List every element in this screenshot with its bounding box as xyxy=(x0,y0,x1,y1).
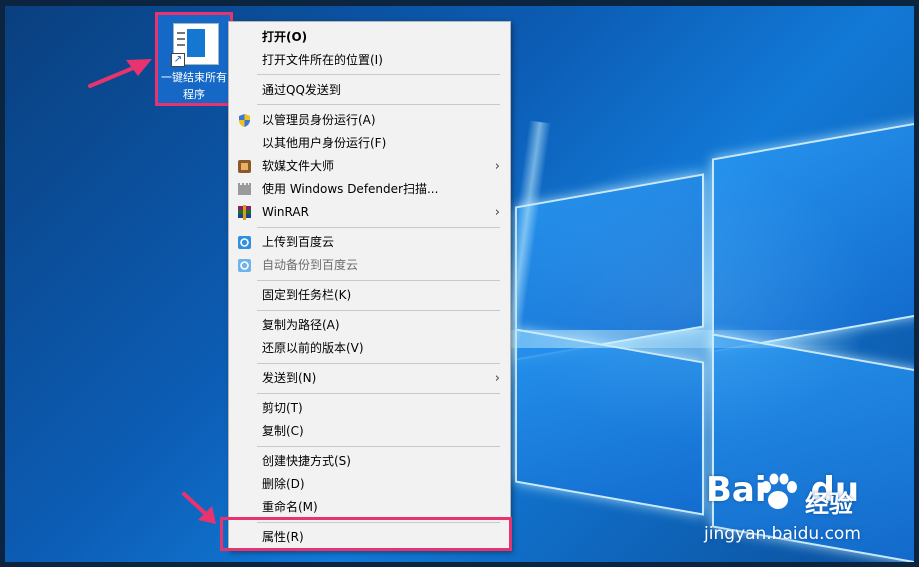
menu-item-open-location[interactable]: 打开文件所在的位置(I) xyxy=(229,49,510,72)
menu-item-copy[interactable]: 复制(C) xyxy=(229,420,510,443)
menu-item-label: 使用 Windows Defender扫描... xyxy=(262,182,439,196)
menu-item-label: 剪切(T) xyxy=(262,401,303,415)
baidu-cloud-icon xyxy=(237,235,252,250)
menu-item-restore-versions[interactable]: 还原以前的版本(V) xyxy=(229,337,510,360)
menu-item-send-qq[interactable]: 通过QQ发送到 xyxy=(229,79,510,102)
menu-item-label: 创建快捷方式(S) xyxy=(262,454,351,468)
menu-item-auto-backup-baidu: 自动备份到百度云 xyxy=(229,254,510,277)
menu-separator xyxy=(257,310,500,311)
menu-item-label: 打开文件所在的位置(I) xyxy=(262,53,383,67)
menu-item-send-to[interactable]: 发送到(N) › xyxy=(229,367,510,390)
menu-item-label: 重命名(M) xyxy=(262,500,318,514)
menu-item-label: 发送到(N) xyxy=(262,371,317,385)
menu-separator xyxy=(257,227,500,228)
shortcut-arrow-icon: ↗ xyxy=(171,53,185,67)
menu-item-open[interactable]: 打开(O) xyxy=(229,26,510,49)
menu-separator xyxy=(257,363,500,364)
menu-item-run-as-other[interactable]: 以其他用户身份运行(F) xyxy=(229,132,510,155)
menu-item-label: WinRAR xyxy=(262,205,309,219)
menu-separator xyxy=(257,280,500,281)
baidu-cloud-icon xyxy=(237,258,252,273)
menu-item-upload-baidu[interactable]: 上传到百度云 xyxy=(229,231,510,254)
shortcut-label: 一键结束所有程序 xyxy=(161,71,227,101)
menu-item-label: 属性(R) xyxy=(262,530,304,544)
menu-item-label: 删除(D) xyxy=(262,477,305,491)
menu-item-file-master[interactable]: 软媒文件大师 › xyxy=(229,155,510,178)
baidu-url-text: jingyan.baidu.com xyxy=(704,524,861,544)
menu-separator xyxy=(257,104,500,105)
menu-item-label: 还原以前的版本(V) xyxy=(262,341,364,355)
baidu-paw-icon xyxy=(761,473,797,509)
shield-icon xyxy=(237,113,252,128)
file-master-icon xyxy=(237,159,252,174)
menu-item-label: 打开(O) xyxy=(262,30,308,44)
submenu-chevron-icon: › xyxy=(494,159,500,174)
menu-item-cut[interactable]: 剪切(T) xyxy=(229,397,510,420)
menu-item-label: 复制(C) xyxy=(262,424,304,438)
menu-item-run-as-admin[interactable]: 以管理员身份运行(A) xyxy=(229,109,510,132)
menu-item-label: 以其他用户身份运行(F) xyxy=(262,136,387,150)
menu-item-properties[interactable]: 属性(R) xyxy=(229,526,510,549)
menu-item-delete[interactable]: 删除(D) xyxy=(229,473,510,496)
desktop-shortcut[interactable]: ↗ 一键结束所有程序 xyxy=(155,12,233,106)
submenu-chevron-icon: › xyxy=(494,371,500,386)
menu-item-label: 固定到任务栏(K) xyxy=(262,288,352,302)
menu-separator xyxy=(257,522,500,523)
menu-item-defender-scan[interactable]: 使用 Windows Defender扫描... xyxy=(229,178,510,201)
context-menu: 打开(O) 打开文件所在的位置(I) 通过QQ发送到 以管理员身份运行(A) 以… xyxy=(228,21,511,551)
menu-separator xyxy=(257,446,500,447)
submenu-chevron-icon: › xyxy=(494,205,500,220)
defender-icon xyxy=(237,182,252,197)
winrar-icon xyxy=(237,205,252,220)
menu-item-rename[interactable]: 重命名(M) xyxy=(229,496,510,519)
menu-item-label: 通过QQ发送到 xyxy=(262,83,341,97)
menu-separator xyxy=(257,393,500,394)
menu-item-label: 复制为路径(A) xyxy=(262,318,340,332)
menu-separator xyxy=(257,74,500,75)
menu-item-label: 自动备份到百度云 xyxy=(262,258,359,272)
annotation-arrow-icon xyxy=(88,59,152,88)
windows-logo-pane xyxy=(515,328,704,516)
baidu-jingyan-text: 经验 xyxy=(805,490,853,518)
menu-item-winrar[interactable]: WinRAR › xyxy=(229,201,510,224)
menu-item-label: 上传到百度云 xyxy=(262,235,335,249)
menu-item-label: 软媒文件大师 xyxy=(262,159,335,173)
windows-logo-pane xyxy=(712,121,919,353)
menu-item-pin-taskbar[interactable]: 固定到任务栏(K) xyxy=(229,284,510,307)
menu-item-copy-path[interactable]: 复制为路径(A) xyxy=(229,314,510,337)
annotation-arrow-icon xyxy=(182,492,216,524)
menu-item-label: 以管理员身份运行(A) xyxy=(262,113,376,127)
menu-item-create-shortcut[interactable]: 创建快捷方式(S) xyxy=(229,450,510,473)
